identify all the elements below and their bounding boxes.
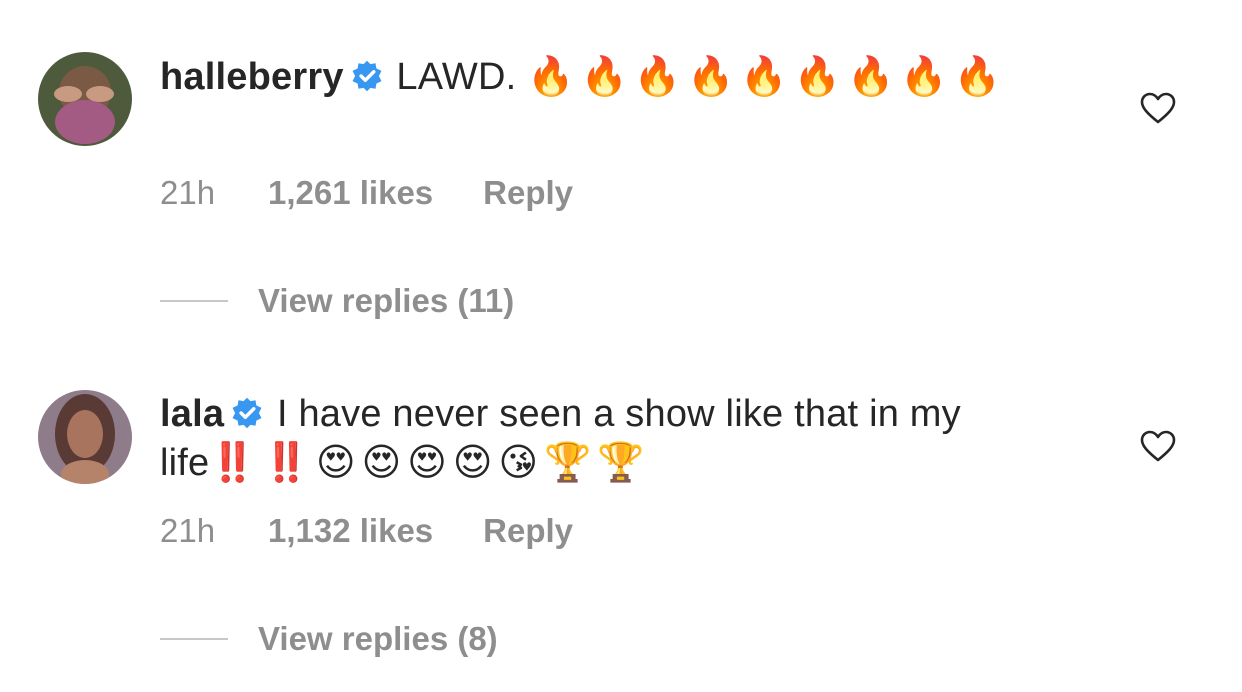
verified-badge-icon	[352, 60, 382, 92]
comment-emojis: ‼️‼️😍😍😍😍😘🏆🏆	[209, 440, 651, 484]
likes-count[interactable]: 1,132 likes	[268, 512, 433, 550]
heart-outline-icon[interactable]	[1140, 92, 1176, 124]
heart-outline-icon[interactable]	[1140, 430, 1176, 462]
avatar-image	[38, 390, 132, 484]
avatar[interactable]	[38, 390, 132, 484]
avatar-image	[38, 52, 132, 146]
reply-button[interactable]: Reply	[483, 174, 573, 211]
replies-divider	[160, 300, 228, 302]
comment-body: halleberry LAWD. 🔥🔥🔥🔥🔥🔥🔥🔥🔥	[160, 52, 1090, 101]
comment-body: lala I have never seen a show like that …	[160, 390, 1090, 487]
reply-button[interactable]: Reply	[483, 512, 573, 549]
comment-meta: 21h 1,261 likes Reply	[160, 174, 573, 212]
replies-divider	[160, 638, 228, 640]
avatar[interactable]	[38, 52, 132, 146]
likes-count[interactable]: 1,261 likes	[268, 174, 433, 212]
comment-meta: 21h 1,132 likes Reply	[160, 512, 573, 550]
comment-text: LAWD.	[396, 56, 517, 98]
view-replies[interactable]: View replies (11)	[160, 282, 514, 322]
username[interactable]: halleberry	[160, 56, 344, 98]
view-replies-label[interactable]: View replies (8)	[258, 620, 498, 657]
timestamp: 21h	[160, 512, 216, 549]
view-replies-label[interactable]: View replies (11)	[258, 282, 514, 319]
view-replies[interactable]: View replies (8)	[160, 620, 498, 660]
comment-emojis: 🔥🔥🔥🔥🔥🔥🔥🔥🔥	[527, 54, 1007, 98]
verified-badge-icon	[232, 397, 262, 429]
username[interactable]: lala	[160, 393, 224, 435]
timestamp: 21h	[160, 174, 216, 211]
